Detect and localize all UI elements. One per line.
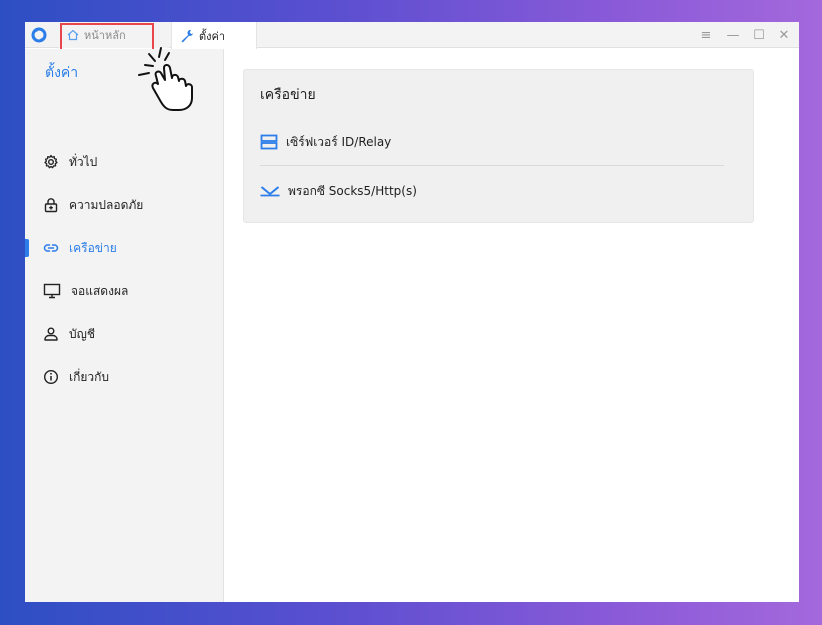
- settings-sidebar: ตั้งค่า ทั่วไป ความปลอดภัย เครือข่าย จอแ…: [25, 49, 224, 602]
- sidebar-item-label: ทั่วไป: [69, 154, 98, 169]
- lock-icon: [44, 198, 58, 213]
- sidebar-item-label: เกี่ยวกับ: [69, 369, 110, 384]
- sidebar-item-label: ความปลอดภัย: [69, 197, 144, 212]
- home-icon: [67, 29, 79, 41]
- sidebar-item-label: เครือข่าย: [69, 240, 117, 255]
- server-id-relay-item[interactable]: เซิร์ฟเวอร์ ID/Relay: [260, 124, 724, 160]
- network-card: เครือข่าย เซิร์ฟเวอร์ ID/Relay พรอกซี So…: [243, 69, 754, 223]
- sidebar-item-about[interactable]: เกี่ยวกับ: [25, 362, 224, 392]
- maximize-icon: ☐: [753, 27, 765, 43]
- wrench-icon: [181, 29, 193, 42]
- sidebar-item-general[interactable]: ทั่วไป: [25, 147, 224, 177]
- sidebar-item-account[interactable]: บัญชี: [25, 319, 224, 349]
- menu-button[interactable]: ≡: [695, 22, 717, 48]
- title-bar: หน้าหลัก ตั้งค่า ≡ — ☐ ✕: [25, 22, 799, 56]
- sidebar-item-network[interactable]: เครือข่าย: [25, 233, 224, 263]
- sidebar-item-security[interactable]: ความปลอดภัย: [25, 190, 224, 220]
- sidebar-title: ตั้งค่า: [45, 65, 79, 81]
- gear-icon: [44, 154, 58, 169]
- server-icon: [260, 134, 278, 150]
- minimize-button[interactable]: —: [722, 22, 744, 48]
- link-icon: [43, 244, 59, 252]
- maximize-button[interactable]: ☐: [748, 22, 770, 48]
- close-button[interactable]: ✕: [773, 22, 795, 48]
- app-window: หน้าหลัก ตั้งค่า ≡ — ☐ ✕ ตั้งค่า ทั่วไป …: [25, 22, 799, 602]
- proxy-item[interactable]: พรอกซี Socks5/Http(s): [260, 173, 724, 209]
- tab-home[interactable]: หน้าหลัก: [59, 22, 169, 48]
- minimize-icon: —: [726, 27, 740, 43]
- proxy-icon: [260, 186, 280, 197]
- card-title: เครือข่าย: [260, 87, 316, 103]
- sidebar-item-display[interactable]: จอแสดงผล: [25, 276, 224, 306]
- proxy-label: พรอกซี Socks5/Http(s): [288, 183, 417, 198]
- sidebar-item-label: จอแสดงผล: [71, 283, 129, 298]
- app-logo-icon: [31, 27, 47, 43]
- tab-settings-label: ตั้งค่า: [199, 29, 226, 43]
- main-panel: เครือข่าย เซิร์ฟเวอร์ ID/Relay พรอกซี So…: [225, 49, 799, 602]
- menu-icon: ≡: [700, 27, 712, 43]
- user-icon: [44, 327, 58, 341]
- tab-home-label: หน้าหลัก: [84, 29, 126, 42]
- server-id-relay-label: เซิร์ฟเวอร์ ID/Relay: [286, 134, 392, 149]
- close-icon: ✕: [778, 27, 790, 43]
- info-icon: [43, 369, 59, 385]
- tab-settings[interactable]: ตั้งค่า: [171, 22, 257, 49]
- card-divider: [260, 165, 724, 166]
- sidebar-item-label: บัญชี: [69, 326, 95, 341]
- monitor-icon: [43, 283, 61, 299]
